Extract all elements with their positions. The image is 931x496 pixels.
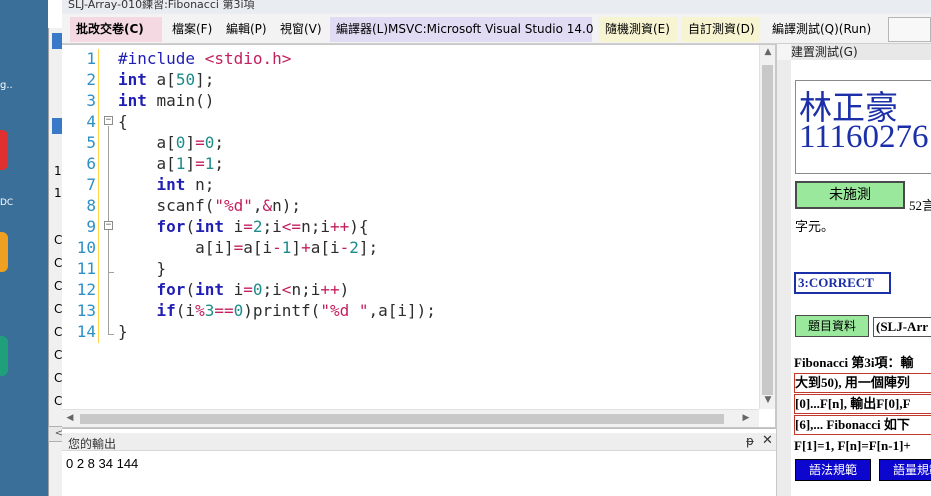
fold-toggle-icon[interactable]: − [104,116,113,125]
menu-bar: 批改交卷(C) 檔案(F) 編輯(P) 視窗(V) 編譯器(L)MSVC:Mic… [62,14,931,44]
line-number: 3 [86,91,96,110]
code-line: int a[50]; [118,70,215,89]
app-icon-orange[interactable] [0,232,8,272]
line-number: 1 [86,49,96,68]
menu-custom-test[interactable]: 自訂測資(D) [682,17,760,42]
problem-description-line: 大到50), 用一個陣列 [794,373,931,393]
menu-edit[interactable]: 編輯(P) [220,17,270,42]
line-number: 4 [86,112,96,131]
line-number: 14 [76,322,96,341]
scroll-left-arrow-icon[interactable]: ◀ [62,413,78,423]
code-line: int main() [118,91,215,110]
output-panel-header: 您的輸出 ᵽ ✕ [62,433,776,451]
line-number: 8 [86,196,96,215]
problem-description-line: F[1]=1, F[n]=F[n-1]+ [794,438,911,453]
output-panel-title: 您的輸出 [68,437,117,451]
app-icon-red[interactable] [0,130,8,170]
test-status-button[interactable]: 未施測 [795,181,905,209]
code-line: { [118,112,128,131]
desktop-label: g.. [0,80,13,91]
horizontal-scroll-thumb[interactable] [80,414,724,424]
change-indicator-bar [98,49,99,343]
line-number: 2 [86,70,96,89]
pin-icon[interactable]: ᵽ [746,434,754,448]
line-number: 12 [76,280,96,299]
menu-random-test[interactable]: 隨機測資(E) [599,17,677,42]
code-line: scanf("%d",&n); [118,196,302,215]
program-output-text: 0 2 8 34 144 [66,456,139,471]
line-number: 10 [76,238,96,257]
student-id: 11160276 [799,119,929,155]
code-line: a[i]=a[i-1]+a[i-2]; [118,238,379,257]
fold-toggle-icon[interactable]: − [104,221,113,230]
line-number: 6 [86,154,96,173]
code-line: for(int i=0;i<n;i++) [156,280,350,299]
code-line: int n; [156,175,215,194]
menu-compiler[interactable]: 編譯器(L)MSVC:Microsoft Visual Studio 14.0 [330,17,593,42]
background-list-item: 1 [54,186,62,200]
window-title: SLJ-Array-010練習:Fibonacci 第3i項 [68,0,255,11]
byte-count: 52言 [909,198,931,213]
vertical-scroll-thumb[interactable] [762,65,773,395]
scroll-right-arrow-icon[interactable]: ▶ [738,413,754,423]
problem-data-button[interactable]: 題目資料 [795,315,869,337]
output-panel: 您的輸出 ᵽ ✕ 0 2 8 34 144 [62,428,776,496]
test-panel: 建置測試(G) 林正豪 11160276 未施測 52言 字元。 3:CORRE… [776,44,931,496]
line-number: 13 [76,301,96,320]
fold-end-marker [108,334,114,335]
code-line: } [118,322,128,341]
code-line: a[0]=0; [118,133,224,152]
code-line: if(i%3==0)printf("%d ",a[i]); [156,301,436,320]
byte-unit-label: 字元。 [795,220,835,235]
scroll-down-arrow-icon[interactable]: ▼ [760,395,776,405]
menu-view[interactable]: 視窗(V) [274,17,326,42]
problem-description-line: [0]...F[n], 輸出F[0],F [794,394,931,414]
code-line: } [118,259,167,278]
line-number: 11 [76,259,96,278]
problem-description-line: [6],... Fibonacci 如下 [794,415,931,435]
test-result-badge: 3:CORRECT [794,272,891,294]
test-panel-content: 林正豪 11160276 未施測 52言 字元。 3:CORRECT 題目資料 … [791,60,931,496]
code-line: a[1]=1; [118,154,224,173]
code-line: #include <stdio.h> [118,49,292,68]
line-number: 5 [86,133,96,152]
quota-rules-button[interactable]: 語量規範 [879,459,931,481]
code-editor[interactable]: 1 2 3 4 5 6 7 8 9 10 11 12 13 14 − − #in… [62,44,776,428]
syntax-rules-button[interactable]: 語法規範 [795,459,871,481]
fold-guide-line [108,126,109,334]
problem-id-tag: (SLJ-Arr [873,317,931,337]
menu-extra-box[interactable] [888,17,931,42]
title-bar: SLJ-Array-010練習:Fibonacci 第3i項 [62,0,931,14]
line-number-gutter: 1 2 3 4 5 6 7 8 9 10 11 12 13 14 − − [62,45,114,409]
desktop-label: DC [0,198,14,208]
horizontal-scrollbar[interactable]: ◀ ▶ [62,409,759,427]
menu-submit-grade[interactable]: 批改交卷(C) [70,17,162,42]
desktop-background: g.. DC [0,0,48,496]
scroll-up-arrow-icon[interactable]: ▲ [760,47,776,57]
vertical-scrollbar[interactable]: ▲ ▼ [759,45,775,409]
app-icon-teal[interactable] [0,336,8,376]
menu-file[interactable]: 檔案(F) [166,17,218,42]
student-info-box: 林正豪 11160276 [795,80,931,174]
panel-scrollbar[interactable] [777,60,791,496]
tab-build-test[interactable]: 建置測試(G) [791,44,931,60]
close-icon[interactable]: ✕ [762,433,773,448]
line-number: 7 [86,175,96,194]
background-list-item: 1 [54,164,62,178]
problem-description-line: Fibonacci 第3i項：輸 [794,355,914,370]
fold-end-marker [108,272,114,273]
code-line: for(int i=2;i<=n;i++){ [156,217,369,236]
menu-compile-run[interactable]: 編譯測試(Q)(Run) [766,17,878,42]
line-number: 9 [86,217,96,236]
